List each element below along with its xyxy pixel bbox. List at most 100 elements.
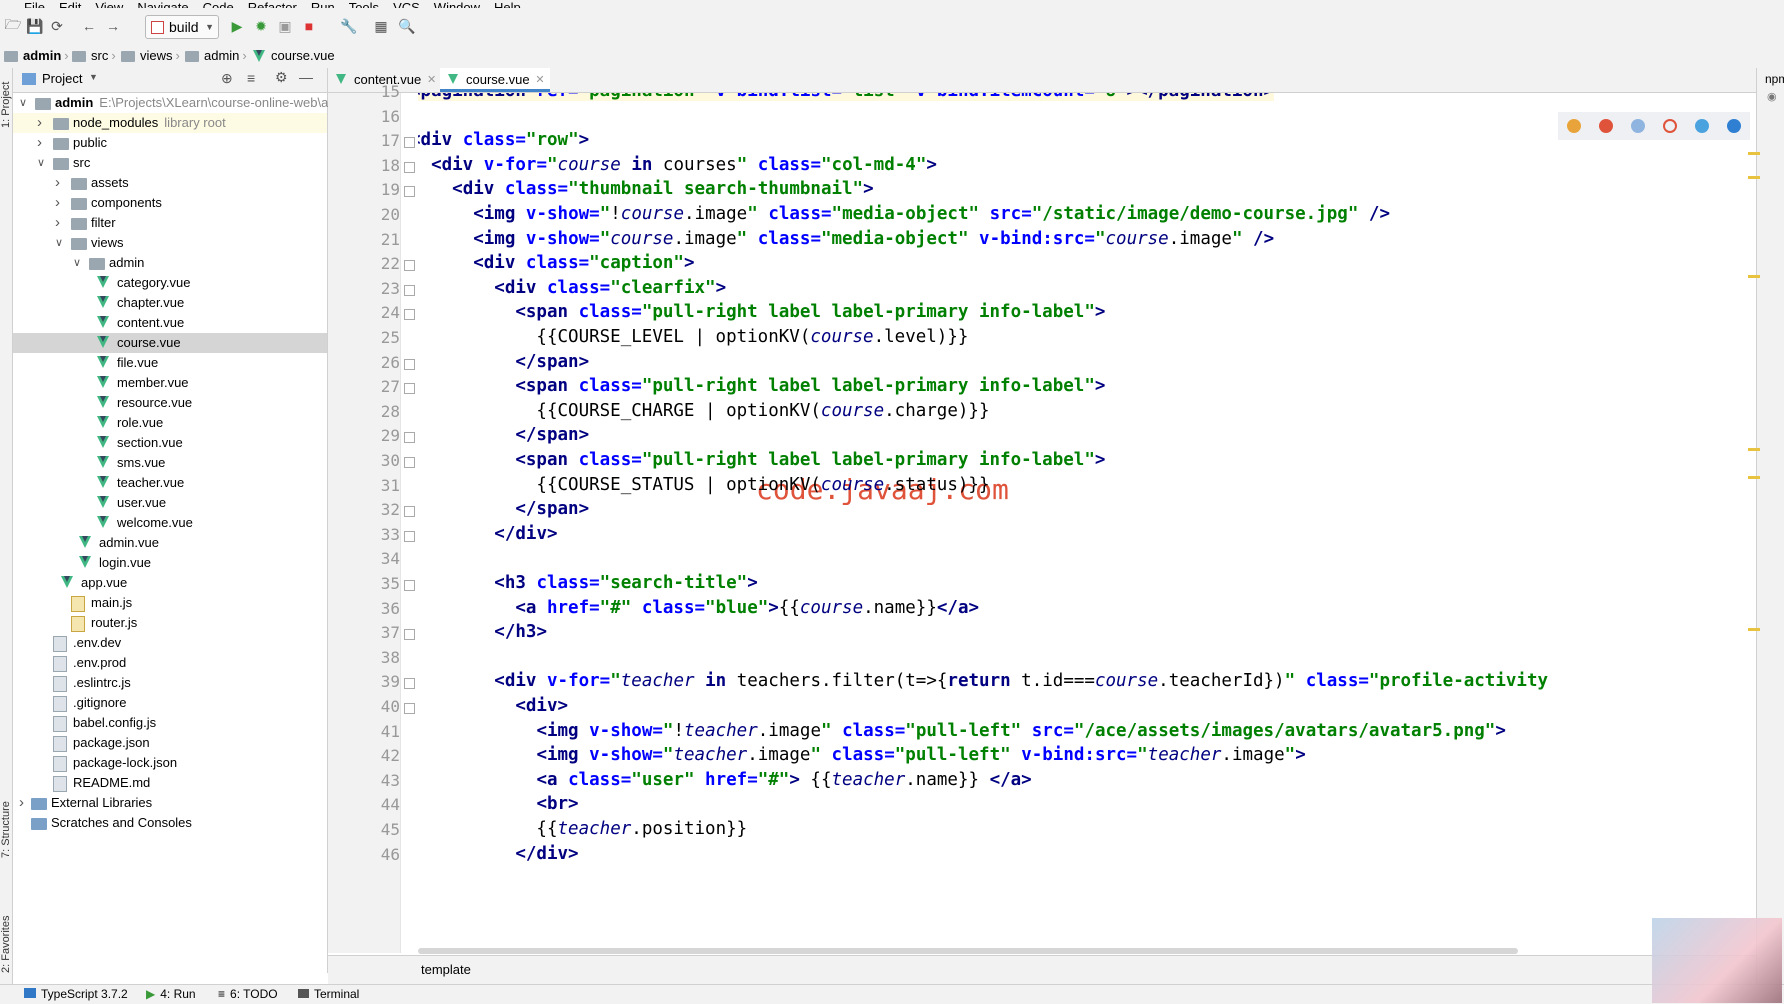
run-config-select[interactable]: build ▼: [145, 15, 219, 39]
terminal-tool-button[interactable]: Terminal: [298, 985, 359, 1004]
structure-tool-button[interactable]: 7: Structure: [0, 801, 12, 858]
forward-icon[interactable]: →: [104, 17, 122, 35]
hide-icon[interactable]: —: [299, 69, 313, 85]
tree-item[interactable]: welcome.vue: [13, 513, 327, 533]
favorites-tool-button[interactable]: 2: Favorites: [0, 916, 12, 973]
tree-item[interactable]: chapter.vue: [13, 293, 327, 313]
code-line[interactable]: <pagination ref="pagination" v-bind:list…: [418, 93, 1275, 105]
npm-tool-button[interactable]: npm: [1765, 72, 1784, 86]
project-structure-icon[interactable]: ▦: [372, 17, 390, 35]
sync-icon[interactable]: ⟳: [48, 17, 66, 35]
tree-item[interactable]: README.md: [13, 773, 327, 793]
tree-item[interactable]: .env.prod: [13, 653, 327, 673]
tree-item[interactable]: sms.vue: [13, 453, 327, 473]
fold-marker-icon[interactable]: [404, 284, 415, 296]
tree-item[interactable]: ∨ src: [13, 153, 327, 173]
fold-marker-icon[interactable]: [404, 678, 415, 690]
tree-item[interactable]: › public: [13, 133, 327, 153]
code-line[interactable]: </h3>: [418, 618, 547, 646]
tree-item[interactable]: file.vue: [13, 353, 327, 373]
fold-marker-icon[interactable]: [404, 506, 415, 518]
tree-item[interactable]: .env.dev: [13, 633, 327, 653]
template-crumb[interactable]: template: [421, 956, 471, 984]
tree-item[interactable]: admin.vue: [13, 533, 327, 553]
tree-item[interactable]: role.vue: [13, 413, 327, 433]
stop-icon[interactable]: ■: [300, 17, 318, 35]
fold-marker-icon[interactable]: [404, 137, 415, 149]
tree-item[interactable]: course.vue: [13, 333, 327, 353]
error-stripe-marker[interactable]: [1748, 628, 1760, 631]
chevron-right-icon[interactable]: ›: [37, 113, 47, 133]
fold-marker-icon[interactable]: [404, 309, 415, 321]
tree-item[interactable]: › components: [13, 193, 327, 213]
fold-marker-icon[interactable]: [404, 260, 415, 272]
tree-item[interactable]: app.vue: [13, 573, 327, 593]
fold-marker-icon[interactable]: [404, 186, 415, 198]
chevron-right-icon[interactable]: ›: [19, 793, 29, 813]
tree-item[interactable]: .gitignore: [13, 693, 327, 713]
breadcrumb-item-src[interactable]: src ›: [72, 44, 119, 68]
fold-marker-icon[interactable]: [404, 530, 415, 542]
gear-icon[interactable]: ⚙: [275, 69, 288, 86]
coverage-icon[interactable]: ▣: [276, 17, 294, 35]
code-line[interactable]: </div>: [418, 520, 557, 548]
tree-item[interactable]: member.vue: [13, 373, 327, 393]
tree-item[interactable]: .eslintrc.js: [13, 673, 327, 693]
eye-icon[interactable]: ◉: [1767, 90, 1777, 103]
debug-icon[interactable]: ✹: [252, 17, 270, 35]
code-editor[interactable]: code.javaaj.com <pagination ref="paginat…: [418, 93, 1756, 953]
chrome-icon[interactable]: [1567, 119, 1581, 133]
tree-item[interactable]: category.vue: [13, 273, 327, 293]
chevron-right-icon[interactable]: ›: [55, 213, 65, 233]
tree-item[interactable]: ∨ admin E:\Projects\XLearn\course-online-w…: [13, 93, 328, 113]
breadcrumb-item-admin-sub[interactable]: admin ›: [185, 44, 250, 68]
tree-item[interactable]: main.js: [13, 593, 327, 613]
back-icon[interactable]: ←: [80, 17, 98, 35]
error-stripe-marker[interactable]: [1748, 448, 1760, 451]
fold-marker-icon[interactable]: [404, 432, 415, 444]
code-line[interactable]: <div v-for="teacher in teachers.filter(t…: [418, 667, 1548, 695]
todo-tool-button[interactable]: ≡ 6: TODO: [218, 985, 278, 1004]
chevron-down-icon[interactable]: ▼: [89, 72, 98, 82]
breadcrumb-item-admin[interactable]: admin ›: [4, 44, 72, 68]
fold-marker-icon[interactable]: [404, 580, 415, 591]
safari-icon[interactable]: [1631, 119, 1645, 133]
collapse-all-icon[interactable]: ≡: [247, 70, 255, 86]
tree-item[interactable]: package-lock.json: [13, 753, 327, 773]
tree-item[interactable]: ∨ views: [13, 233, 327, 253]
tree-item[interactable]: content.vue: [13, 313, 327, 333]
close-icon[interactable]: ✕: [427, 68, 436, 92]
tab-course-vue[interactable]: course.vue ✕: [440, 68, 550, 92]
locate-icon[interactable]: ⊕: [221, 70, 233, 87]
run-icon[interactable]: ▶: [228, 17, 246, 35]
chevron-down-icon[interactable]: ∨: [73, 253, 83, 273]
close-icon[interactable]: ✕: [535, 68, 544, 92]
fold-marker-icon[interactable]: [404, 457, 415, 468]
tree-item[interactable]: › assets: [13, 173, 327, 193]
tree-item[interactable]: › External Libraries: [13, 793, 327, 813]
fold-marker-icon[interactable]: [404, 629, 415, 641]
search-icon[interactable]: 🔍: [398, 17, 416, 35]
project-tool-button[interactable]: 1: Project: [0, 82, 12, 128]
wrench-icon[interactable]: 🔧: [340, 17, 358, 35]
run-tool-button[interactable]: ▶ 4: Run: [146, 985, 196, 1004]
tree-item[interactable]: resource.vue: [13, 393, 327, 413]
error-stripe-marker[interactable]: [1748, 152, 1760, 155]
tree-item[interactable]: Scratches and Consoles: [13, 813, 327, 833]
breadcrumb-item-file[interactable]: course.vue: [253, 44, 335, 68]
horizontal-scrollbar[interactable]: [418, 948, 1518, 954]
error-stripe-marker[interactable]: [1748, 476, 1760, 479]
breadcrumb-item-views[interactable]: views ›: [121, 44, 183, 68]
chevron-down-icon[interactable]: ∨: [37, 153, 47, 173]
tree-item[interactable]: login.vue: [13, 553, 327, 573]
ie-icon[interactable]: [1695, 119, 1709, 133]
chevron-down-icon[interactable]: ∨: [55, 233, 65, 253]
chevron-right-icon[interactable]: ›: [37, 133, 47, 153]
chevron-right-icon[interactable]: ›: [55, 173, 65, 193]
tree-item[interactable]: babel.config.js: [13, 713, 327, 733]
edge-icon[interactable]: [1727, 119, 1741, 133]
opera-icon[interactable]: [1663, 119, 1677, 133]
project-view-select[interactable]: Project: [42, 71, 82, 86]
tree-item[interactable]: › node_modules library root: [13, 113, 327, 133]
fold-marker-icon[interactable]: [404, 703, 415, 714]
